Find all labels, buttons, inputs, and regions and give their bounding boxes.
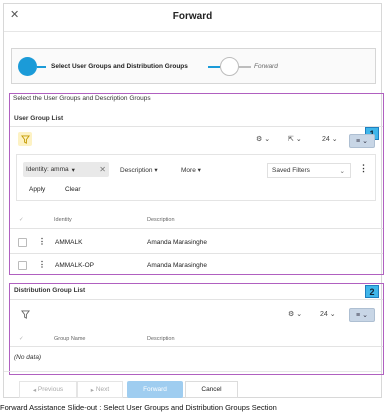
- figure-caption: Forward Assistance Slide-out : Select Us…: [0, 403, 277, 412]
- divider: [10, 346, 383, 347]
- chevron-down-icon: ▾: [71, 166, 75, 174]
- chevron-down-icon: ▾: [154, 167, 158, 174]
- filter-icon[interactable]: [18, 307, 32, 321]
- section-caption: Select the User Groups and Description G…: [13, 95, 151, 102]
- chevron-down-icon: ▾: [197, 167, 201, 174]
- more-filters[interactable]: More ▾: [181, 166, 201, 174]
- column-header-group-name[interactable]: Group Name: [54, 336, 86, 342]
- distribution-group-section: Distribution Group List 2 ⚙ ⌄ 24 ⌄ ≡ ⌄ ✓…: [9, 283, 384, 375]
- divider: [10, 253, 383, 254]
- panel-title: Forward: [172, 11, 213, 22]
- distribution-group-list-title: Distribution Group List: [14, 287, 86, 294]
- settings-dropdown[interactable]: ⚙ ⌄: [288, 310, 302, 318]
- more-filters-label: More: [181, 167, 196, 174]
- cell-identity: AMMALK: [55, 239, 83, 246]
- step-connector: [239, 66, 251, 68]
- view-menu-button[interactable]: ≡ ⌄: [349, 308, 375, 322]
- menu-icon: ≡ ⌄: [356, 312, 368, 319]
- description-filter[interactable]: Description ▾: [120, 166, 158, 174]
- step-1-indicator[interactable]: [18, 57, 37, 76]
- saved-filters-dropdown[interactable]: Saved Filters ⌄: [267, 163, 351, 178]
- step-connector: [208, 66, 220, 68]
- annotation-badge-2: 2: [365, 285, 379, 298]
- cell-description: Amanda Marasinghe: [147, 262, 207, 269]
- forward-button[interactable]: Forward: [127, 381, 183, 398]
- gear-icon: ⚙: [256, 136, 263, 143]
- empty-state-text: (No data): [14, 354, 42, 361]
- filter-icon[interactable]: [18, 132, 32, 146]
- next-button[interactable]: ▸ Next: [77, 381, 123, 398]
- identity-filter-chip[interactable]: Identity: amma ▾ ✕: [23, 162, 109, 177]
- apply-button[interactable]: Apply: [23, 183, 51, 197]
- cell-description: Amanda Marasinghe: [147, 239, 207, 246]
- step-2-label[interactable]: Forward: [254, 63, 278, 70]
- step-1-label[interactable]: Select User Groups and Distribution Grou…: [51, 63, 188, 70]
- chevron-down-icon: ⌄: [331, 136, 338, 143]
- cell-identity: AMMALK-OP: [55, 262, 95, 269]
- step-connector: [37, 66, 46, 68]
- previous-label: Previous: [37, 386, 64, 393]
- row-menu-icon[interactable]: ⋮: [38, 260, 46, 269]
- page-size-value: 24: [320, 311, 328, 318]
- chevron-right-icon: ▸: [90, 386, 95, 394]
- divider: [10, 299, 383, 300]
- saved-filters-label: Saved Filters: [272, 167, 310, 174]
- description-filter-label: Description: [120, 167, 153, 174]
- page-size-dropdown[interactable]: 24 ⌄: [320, 310, 336, 318]
- select-all-icon[interactable]: ✓: [19, 336, 24, 342]
- remove-filter-icon[interactable]: ✕: [99, 165, 106, 174]
- select-all-icon[interactable]: ✓: [19, 217, 24, 223]
- step-2-indicator[interactable]: [220, 57, 239, 76]
- next-label: Next: [95, 386, 110, 393]
- chevron-down-icon: ⌄: [264, 136, 271, 143]
- row-menu-icon[interactable]: ⋮: [38, 237, 46, 246]
- identity-filter-label: Identity: amma: [26, 166, 69, 173]
- view-menu-button[interactable]: ≡ ⌄: [349, 134, 375, 148]
- settings-dropdown[interactable]: ⚙ ⌄: [256, 135, 270, 143]
- chevron-left-icon: ◂: [32, 386, 37, 394]
- gear-icon: ⚙: [288, 311, 295, 318]
- column-header-description[interactable]: Description: [147, 336, 175, 342]
- filter-panel: Identity: amma ▾ ✕ Description ▾ More ▾ …: [16, 154, 376, 201]
- chevron-down-icon: ⌄: [339, 168, 345, 175]
- cancel-button[interactable]: Cancel: [185, 381, 238, 398]
- footer-divider: [4, 371, 381, 372]
- funnel-icon: [20, 309, 30, 319]
- row-checkbox[interactable]: [18, 261, 27, 270]
- funnel-icon: [20, 134, 30, 144]
- user-group-section: Select the User Groups and Description G…: [9, 93, 384, 275]
- divider: [10, 228, 383, 229]
- export-icon: ⇱: [288, 136, 294, 143]
- page-size-value: 24: [322, 136, 330, 143]
- page-size-dropdown[interactable]: 24 ⌄: [322, 135, 338, 143]
- user-group-list-title: User Group List: [14, 115, 64, 122]
- menu-icon: ≡ ⌄: [356, 138, 368, 145]
- row-checkbox[interactable]: [18, 238, 27, 247]
- clear-button[interactable]: Clear: [59, 183, 87, 197]
- chevron-down-icon: ⌄: [295, 136, 302, 143]
- export-dropdown[interactable]: ⇱ ⌄: [288, 135, 302, 143]
- header-divider: [4, 31, 381, 32]
- slide-out-panel: ✕ Forward Select User Groups and Distrib…: [3, 3, 384, 398]
- filter-more-options-icon[interactable]: ⋮: [359, 163, 368, 174]
- stepper: Select User Groups and Distribution Grou…: [11, 48, 376, 84]
- chevron-down-icon: ⌄: [296, 311, 303, 318]
- previous-button[interactable]: ◂ Previous: [19, 381, 77, 398]
- column-header-identity[interactable]: Identity: [54, 217, 72, 223]
- column-header-description[interactable]: Description: [147, 217, 175, 223]
- chevron-down-icon: ⌄: [329, 311, 336, 318]
- divider: [10, 126, 383, 127]
